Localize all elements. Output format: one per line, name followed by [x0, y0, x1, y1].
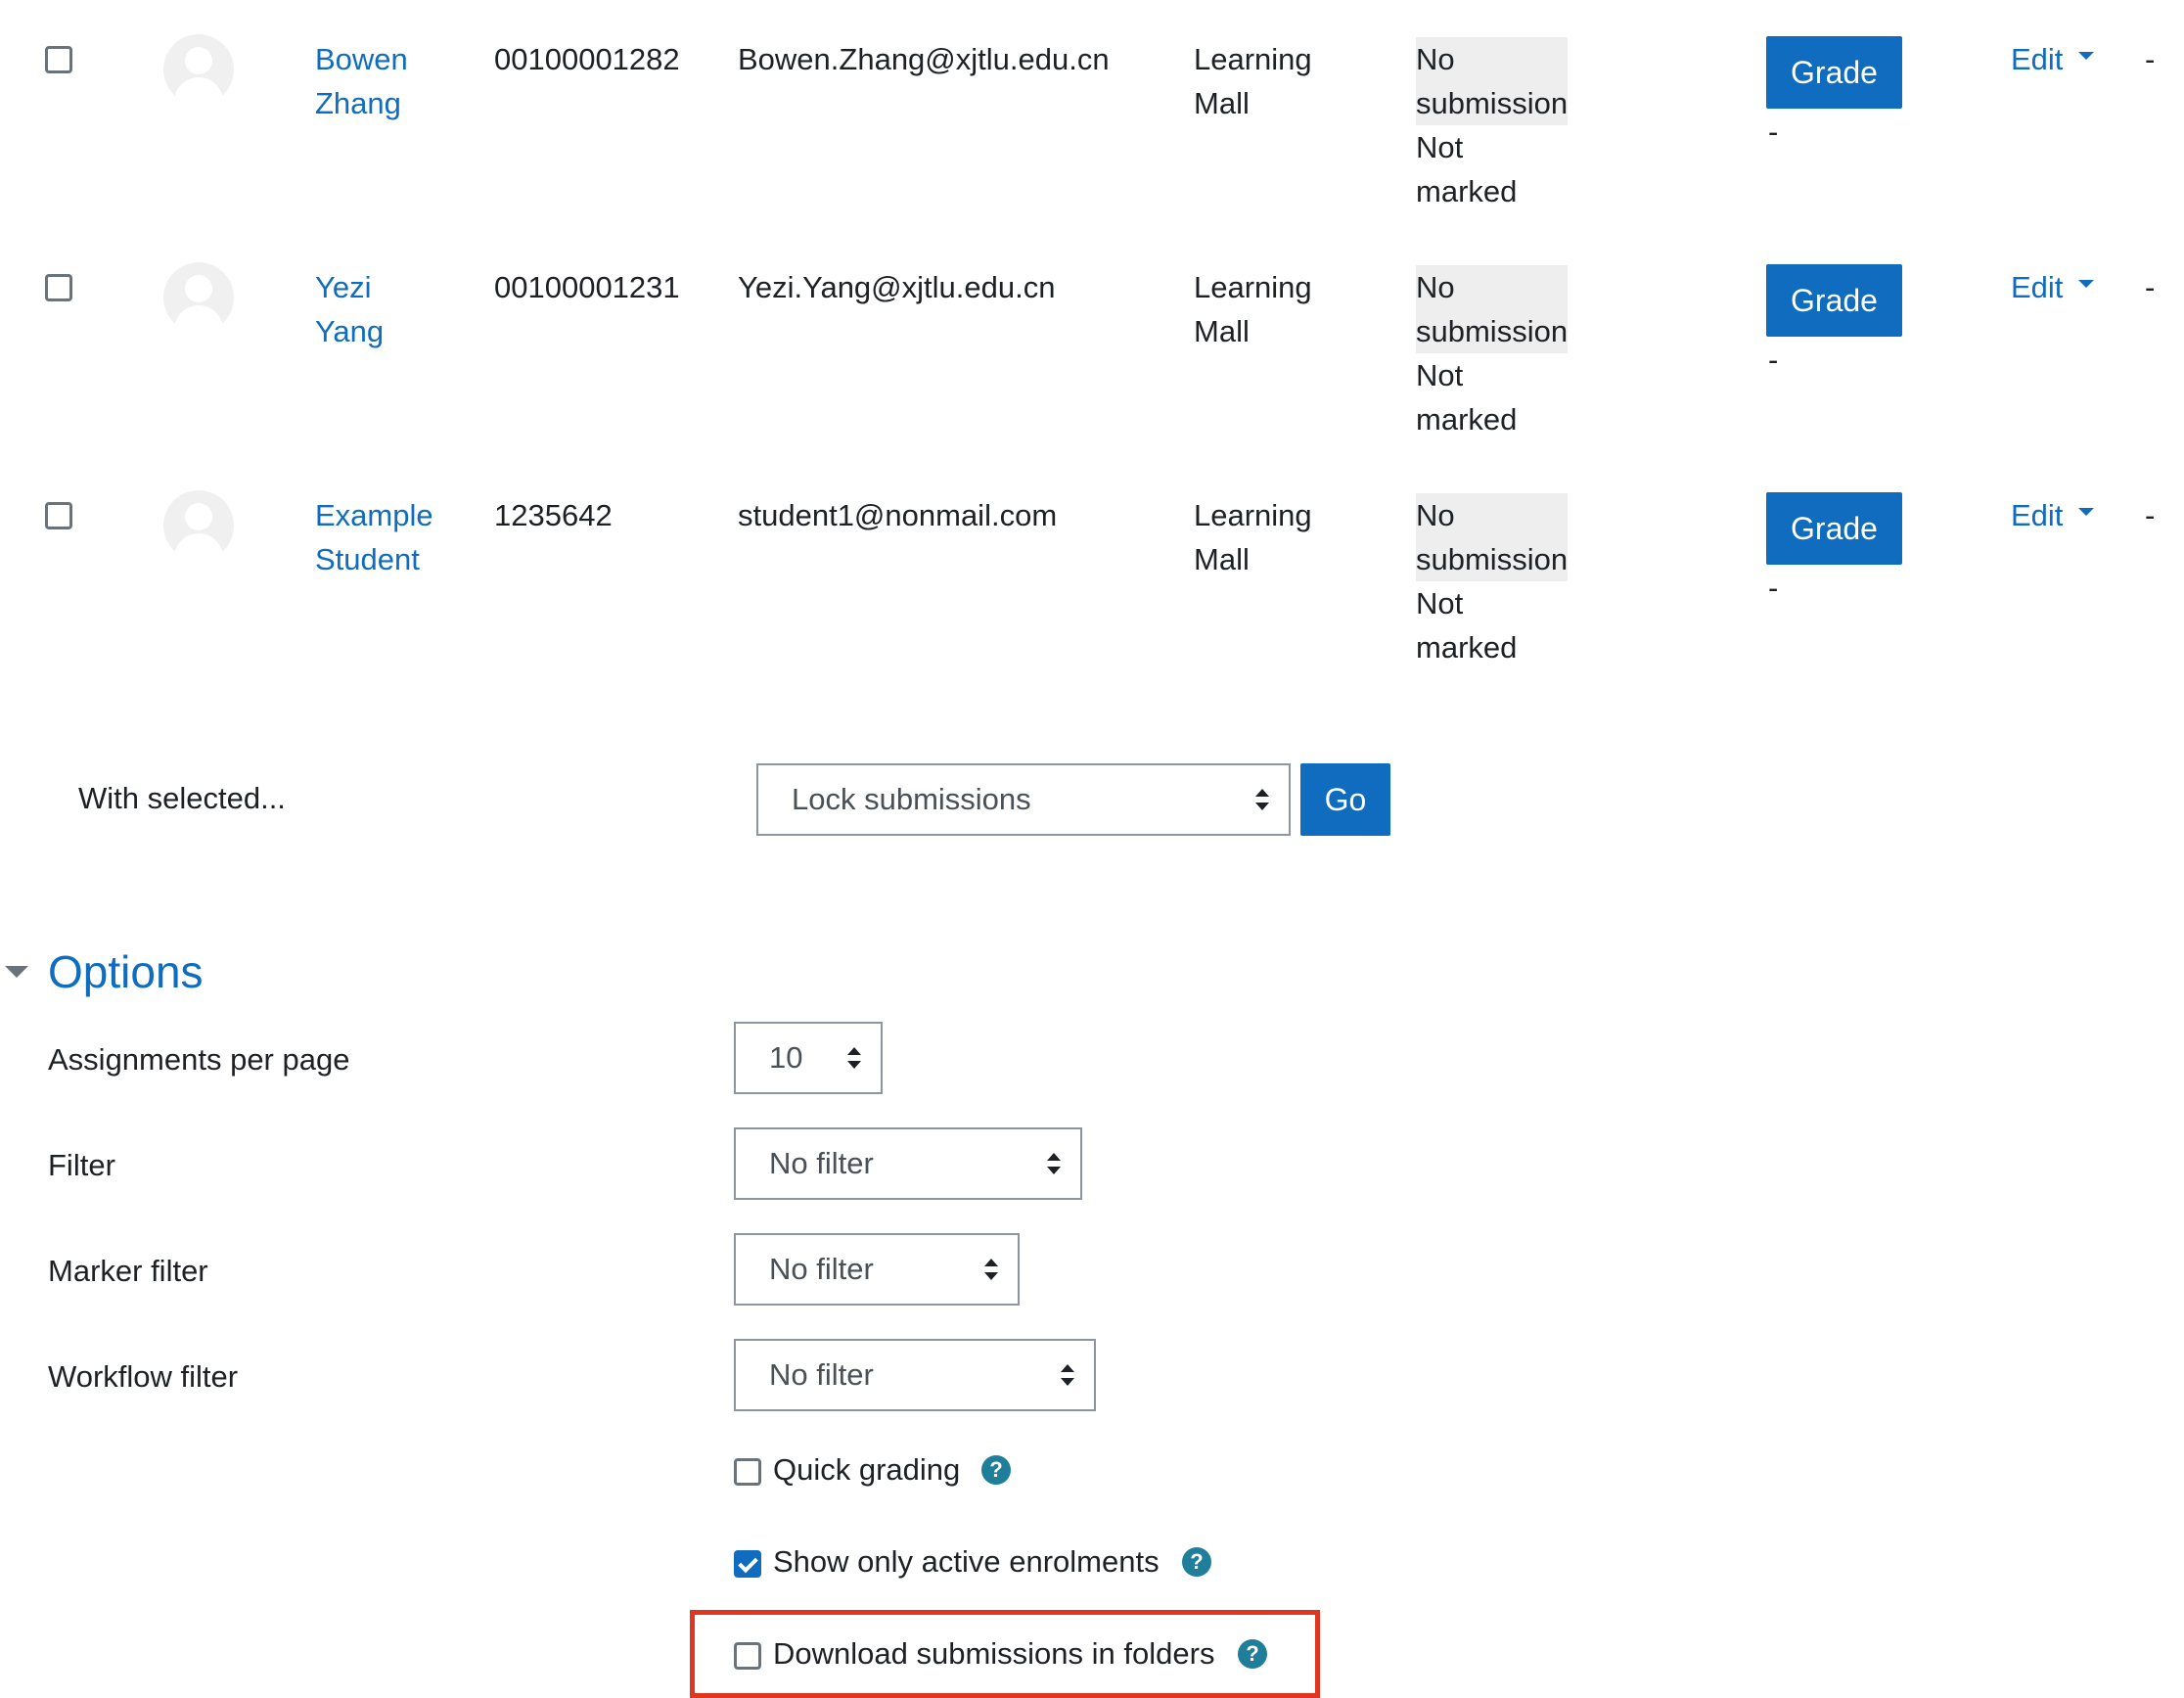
final-grade: -	[1768, 571, 1779, 605]
id-number: 1235642	[494, 498, 613, 532]
student-name-link[interactable]: Example Student	[315, 493, 433, 581]
last-column-value: -	[2145, 42, 2156, 76]
help-icon[interactable]: ?	[1182, 1547, 1211, 1577]
submission-status: No submission Not marked	[1416, 493, 1569, 669]
select-arrows-icon	[984, 1259, 998, 1280]
collapse-caret-icon	[5, 966, 28, 978]
workflow-filter-value: No filter	[769, 1357, 874, 1392]
edit-menu-label: Edit	[2011, 42, 2064, 76]
marker-filter-value: No filter	[769, 1252, 874, 1286]
workflow-filter-select[interactable]: No filter	[734, 1339, 1096, 1411]
group-name: Learning Mall	[1194, 270, 1312, 348]
edit-menu-label: Edit	[2011, 270, 2064, 304]
with-selected-label: With selected...	[78, 781, 286, 815]
options-title: Options	[48, 946, 204, 997]
submission-status: No submission Not marked	[1416, 37, 1569, 213]
table-row: Bowen Zhang 00100001282 Bowen.Zhang@xjtlu…	[0, 0, 2184, 225]
last-column-value: -	[2145, 270, 2156, 304]
per-page-value: 10	[769, 1040, 803, 1075]
caret-down-icon	[2078, 279, 2095, 288]
select-arrows-icon	[847, 1047, 861, 1069]
edit-menu[interactable]: Edit	[2011, 265, 2095, 309]
filter-value: No filter	[769, 1146, 874, 1180]
student-name-link[interactable]: Yezi Yang	[315, 265, 384, 353]
id-number: 00100001282	[494, 42, 680, 76]
select-arrows-icon	[1061, 1364, 1074, 1386]
id-number: 00100001231	[494, 270, 680, 304]
group-name: Learning Mall	[1194, 498, 1312, 576]
help-icon[interactable]: ?	[1238, 1639, 1267, 1669]
table-row: Yezi Yang 00100001231 Yezi.Yang@xjtlu.edu…	[0, 228, 2184, 453]
email-address: student1@nonmail.com	[738, 498, 1058, 532]
last-column-value: -	[2145, 498, 2156, 532]
email-address: Yezi.Yang@xjtlu.edu.cn	[738, 270, 1056, 304]
group-name: Learning Mall	[1194, 42, 1312, 120]
row-select-checkbox[interactable]	[45, 502, 72, 529]
select-arrows-icon	[1047, 1153, 1061, 1174]
help-icon[interactable]: ?	[981, 1455, 1011, 1485]
go-button[interactable]: Go	[1300, 763, 1390, 836]
row-select-checkbox[interactable]	[45, 274, 72, 301]
caret-down-icon	[2078, 507, 2095, 516]
caret-down-icon	[2078, 51, 2095, 60]
submission-status: No submission Not marked	[1416, 265, 1569, 441]
select-arrows-icon	[1255, 789, 1269, 810]
student-name-link[interactable]: Bowen Zhang	[315, 37, 408, 125]
email-address: Bowen.Zhang@xjtlu.edu.cn	[738, 42, 1110, 76]
final-grade: -	[1768, 115, 1779, 149]
marker-filter-label: Marker filter	[48, 1254, 208, 1288]
bulk-action-select[interactable]: Lock submissions	[756, 763, 1291, 836]
filter-select[interactable]: No filter	[734, 1127, 1082, 1200]
grade-button[interactable]: Grade	[1766, 36, 1902, 109]
grade-button[interactable]: Grade	[1766, 492, 1902, 565]
edit-menu[interactable]: Edit	[2011, 493, 2095, 537]
avatar[interactable]	[163, 262, 234, 333]
marker-filter-select[interactable]: No filter	[734, 1233, 1020, 1306]
quick-grading-checkbox[interactable]	[734, 1458, 761, 1486]
final-grade: -	[1768, 343, 1779, 377]
per-page-label: Assignments per page	[48, 1042, 350, 1077]
filter-label: Filter	[48, 1148, 115, 1182]
avatar[interactable]	[163, 490, 234, 561]
workflow-filter-label: Workflow filter	[48, 1359, 239, 1394]
active-enrolments-checkbox[interactable]	[734, 1550, 761, 1578]
active-enrolments-label[interactable]: Show only active enrolments	[773, 1539, 1160, 1583]
download-folders-checkbox[interactable]	[734, 1642, 761, 1670]
per-page-select[interactable]: 10	[734, 1022, 883, 1094]
bulk-action-value: Lock submissions	[792, 782, 1031, 816]
grade-button[interactable]: Grade	[1766, 264, 1902, 337]
download-folders-label[interactable]: Download submissions in folders	[773, 1631, 1214, 1675]
avatar[interactable]	[163, 34, 234, 105]
quick-grading-label[interactable]: Quick grading	[773, 1447, 960, 1491]
table-row: Example Student 1235642 student1@nonmail.…	[0, 456, 2184, 681]
row-select-checkbox[interactable]	[45, 46, 72, 73]
edit-menu-label: Edit	[2011, 498, 2064, 532]
edit-menu[interactable]: Edit	[2011, 37, 2095, 81]
